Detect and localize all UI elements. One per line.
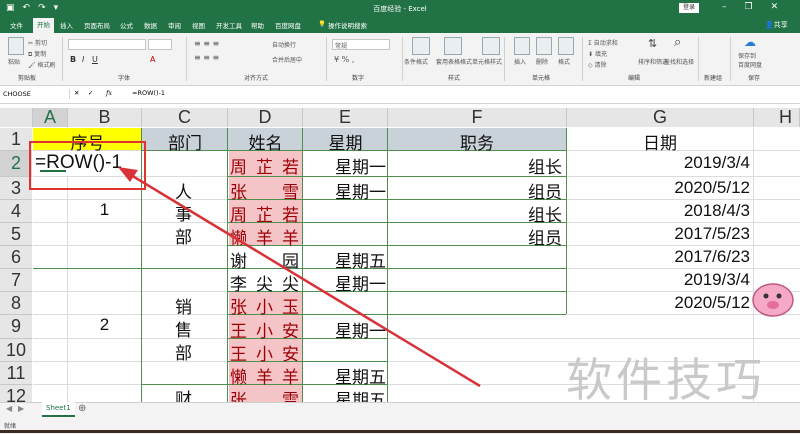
sticker-snout xyxy=(767,301,779,309)
watermark-text: 软件技巧 xyxy=(566,353,766,407)
sheet-nav-left-icon[interactable]: ◀ xyxy=(6,404,12,413)
sticker-body xyxy=(752,283,794,317)
arrow-line xyxy=(125,170,481,388)
cartoon-pig-sticker xyxy=(752,283,794,317)
add-sheet-icon[interactable]: ⊕ xyxy=(78,403,86,414)
sheet-nav-right-icon[interactable]: ▶ xyxy=(18,404,24,413)
sticker-eye xyxy=(776,293,782,299)
sheet-tab-sheet1[interactable]: Sheet1 xyxy=(42,402,75,417)
status-ready: 就绪 xyxy=(4,423,17,430)
arrow-head xyxy=(118,167,138,182)
sticker-eye xyxy=(763,293,769,299)
